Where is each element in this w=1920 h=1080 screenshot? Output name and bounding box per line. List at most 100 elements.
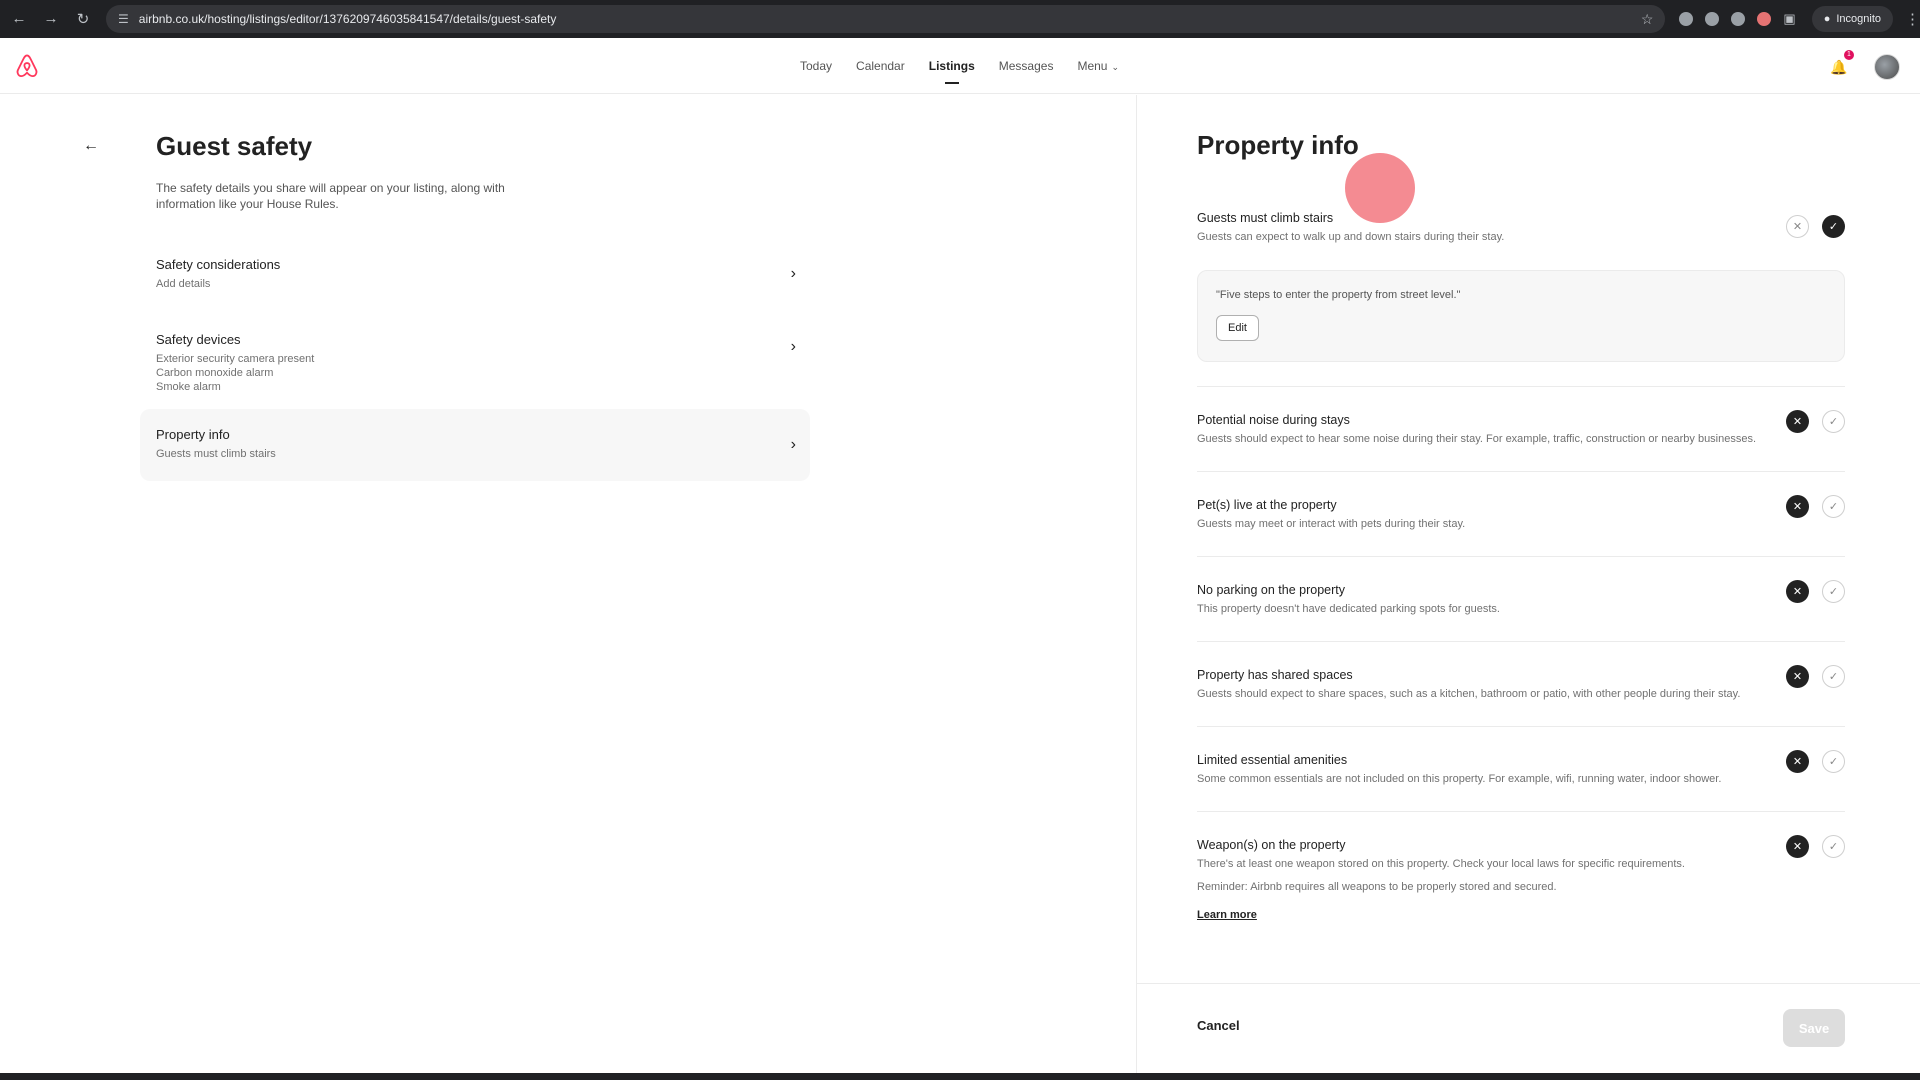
divider xyxy=(1197,811,1845,812)
option-title: No parking on the property xyxy=(1197,583,1346,597)
nav-menu[interactable]: Menu ⌄ xyxy=(1077,59,1119,73)
url-text[interactable]: airbnb.co.uk/hosting/listings/editor/137… xyxy=(139,12,1641,26)
nav-menu-label: Menu xyxy=(1077,59,1108,73)
section-safety-considerations[interactable]: Safety considerations Add details › xyxy=(140,245,810,303)
no-button[interactable]: ✕ xyxy=(1786,495,1809,518)
yes-button[interactable]: ✓ xyxy=(1822,215,1845,238)
section-safety-devices[interactable]: Safety devices Exterior security camera … xyxy=(140,320,810,406)
browser-nav: ← → ↻ xyxy=(0,10,92,28)
chevron-right-icon: › xyxy=(790,338,796,355)
guest-safety-panel: ← Guest safety The safety details you sh… xyxy=(0,95,1135,1073)
incognito-badge[interactable]: ● Incognito xyxy=(1811,6,1893,32)
option-title: Potential noise during stays xyxy=(1197,413,1350,427)
divider xyxy=(1197,386,1845,387)
divider xyxy=(1197,726,1845,727)
section-title: Safety considerations xyxy=(156,257,281,272)
option-title: Pet(s) live at the property xyxy=(1197,498,1337,512)
stairs-note-box: "Five steps to enter the property from s… xyxy=(1197,270,1845,362)
extension-icon[interactable] xyxy=(1705,12,1720,26)
divider xyxy=(1197,471,1845,472)
page-title: Guest safety xyxy=(156,131,313,161)
option-description: Some common essentials are not included … xyxy=(1197,773,1722,785)
extension-icon[interactable] xyxy=(1679,12,1694,26)
extension-icon[interactable] xyxy=(1757,12,1772,26)
option-toggle: ✕ ✓ xyxy=(1786,835,1845,858)
back-arrow-icon[interactable]: ← xyxy=(76,131,106,161)
chevron-down-icon: ⌄ xyxy=(1111,62,1120,72)
nav-messages[interactable]: Messages xyxy=(999,59,1054,73)
option-toggle: ✕ ✓ xyxy=(1786,410,1845,433)
nav-calendar[interactable]: Calendar xyxy=(856,59,905,73)
edit-button[interactable]: Edit xyxy=(1216,315,1259,341)
chevron-right-icon: › xyxy=(790,265,796,282)
option-stairs: Guests must climb stairs Guests can expe… xyxy=(1197,211,1845,244)
puzzle-icon[interactable]: ▣ xyxy=(1783,11,1795,27)
option-pets: Pet(s) live at the property Guests may m… xyxy=(1197,495,1845,531)
yes-button[interactable]: ✓ xyxy=(1822,665,1845,688)
forward-arrow-icon[interactable]: → xyxy=(42,10,60,28)
section-title: Safety devices xyxy=(156,332,241,347)
divider xyxy=(1197,641,1845,642)
panel-title: Property info xyxy=(1197,130,1359,160)
section-subtitle: Exterior security camera present xyxy=(156,353,315,365)
no-button[interactable]: ✕ xyxy=(1786,580,1809,603)
cancel-button[interactable]: Cancel xyxy=(1197,1018,1240,1033)
option-toggle: ✕ ✓ xyxy=(1786,495,1845,518)
yes-button[interactable]: ✓ xyxy=(1822,580,1845,603)
option-shared-spaces: Property has shared spaces Guests should… xyxy=(1197,665,1845,701)
notifications-bell-icon[interactable]: 🔔 1 xyxy=(1828,50,1854,78)
option-description: Guests should expect to share spaces, su… xyxy=(1197,688,1741,700)
section-property-info[interactable]: Property info Guests must climb stairs › xyxy=(140,409,810,481)
section-title: Property info xyxy=(156,427,230,442)
site-info-icon[interactable]: ☰ xyxy=(118,12,129,26)
notification-badge: 1 xyxy=(1844,50,1854,60)
airbnb-logo-icon[interactable] xyxy=(14,51,40,81)
property-info-panel: Property info Guests must climb stairs G… xyxy=(1136,95,1920,1073)
no-button[interactable]: ✕ xyxy=(1786,410,1809,433)
taskbar-strip xyxy=(0,1073,1920,1080)
nav-listings[interactable]: Listings xyxy=(929,59,975,84)
option-parking: No parking on the property This property… xyxy=(1197,580,1845,616)
extensions-area: ▣ xyxy=(1679,11,1796,27)
incognito-icon: ● xyxy=(1823,13,1831,25)
option-noise: Potential noise during stays Guests shou… xyxy=(1197,410,1845,446)
option-toggle: ✕ ✓ xyxy=(1786,665,1845,688)
incognito-label: Incognito xyxy=(1836,13,1881,25)
no-button[interactable]: ✕ xyxy=(1786,835,1809,858)
address-bar[interactable]: ☰ airbnb.co.uk/hosting/listings/editor/1… xyxy=(106,5,1666,33)
browser-menu-icon[interactable]: ⋮ xyxy=(1905,10,1920,28)
option-description: Guests may meet or interact with pets du… xyxy=(1197,518,1466,530)
option-description: Guests can expect to walk up and down st… xyxy=(1197,231,1505,243)
option-toggle: ✕ ✓ xyxy=(1786,215,1845,238)
weapons-reminder: Reminder: Airbnb requires all weapons to… xyxy=(1197,881,1557,893)
option-title: Property has shared spaces xyxy=(1197,668,1353,682)
option-toggle: ✕ ✓ xyxy=(1786,580,1845,603)
primary-nav: Today Calendar Listings Messages Menu ⌄ xyxy=(800,38,1119,94)
option-description: There's at least one weapon stored on th… xyxy=(1197,858,1685,870)
nav-today[interactable]: Today xyxy=(800,59,832,73)
section-subtitle: Smoke alarm xyxy=(156,381,221,393)
yes-button[interactable]: ✓ xyxy=(1822,750,1845,773)
extension-icon[interactable] xyxy=(1731,12,1746,26)
stairs-note-text: "Five steps to enter the property from s… xyxy=(1216,289,1461,301)
yes-button[interactable]: ✓ xyxy=(1822,410,1845,433)
section-subtitle: Guests must climb stairs xyxy=(156,448,276,460)
save-button[interactable]: Save xyxy=(1783,1009,1845,1047)
bell-glyph: 🔔 xyxy=(1830,58,1848,75)
yes-button[interactable]: ✓ xyxy=(1822,835,1845,858)
reload-icon[interactable]: ↻ xyxy=(74,10,92,28)
learn-more-link[interactable]: Learn more xyxy=(1197,909,1257,921)
option-title: Weapon(s) on the property xyxy=(1197,838,1346,852)
option-weapons: Weapon(s) on the property There's at lea… xyxy=(1197,835,1845,923)
option-toggle: ✕ ✓ xyxy=(1786,750,1845,773)
browser-toolbar: ← → ↻ ☰ airbnb.co.uk/hosting/listings/ed… xyxy=(0,0,1920,38)
back-arrow-icon[interactable]: ← xyxy=(10,10,28,28)
profile-avatar[interactable] xyxy=(1874,54,1900,80)
no-button[interactable]: ✕ xyxy=(1786,215,1809,238)
yes-button[interactable]: ✓ xyxy=(1822,495,1845,518)
no-button[interactable]: ✕ xyxy=(1786,665,1809,688)
no-button[interactable]: ✕ xyxy=(1786,750,1809,773)
chevron-right-icon: › xyxy=(790,436,796,453)
bookmark-star-icon[interactable]: ☆ xyxy=(1641,11,1654,28)
panel-footer: Cancel Save xyxy=(1137,983,1920,1073)
